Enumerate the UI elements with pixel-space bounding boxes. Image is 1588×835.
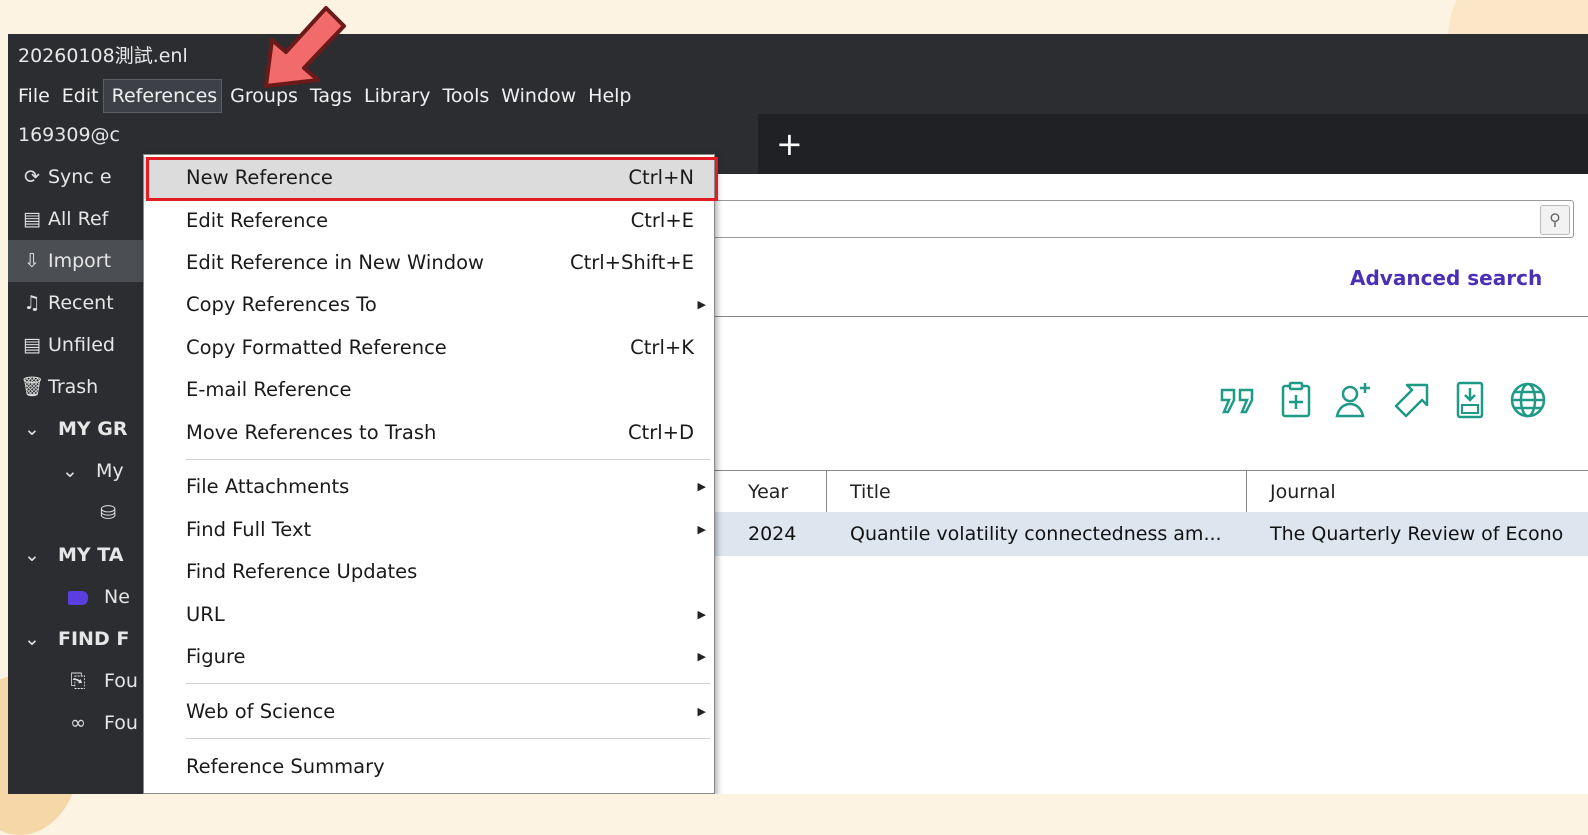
reference-toolbar: [1216, 378, 1550, 438]
account-label: 169309@c: [18, 124, 120, 146]
menu-help[interactable]: Help: [580, 79, 635, 113]
link-icon: ∞: [70, 712, 86, 734]
menu-item-shortcut: Ctrl+Shift+E: [569, 251, 694, 274]
column-separator: [1246, 471, 1247, 513]
add-tab-button[interactable]: +: [776, 122, 803, 166]
sidebar-item-label: Trash: [48, 376, 99, 398]
menu-library[interactable]: Library: [356, 79, 434, 113]
sidebar-item-label: Unfiled: [48, 334, 115, 356]
menu-separator: [186, 459, 710, 460]
sync-label: Sync e: [48, 166, 112, 188]
pdf-download-icon[interactable]: [1448, 378, 1492, 422]
menu-references[interactable]: References: [102, 79, 223, 113]
menu-item-label: Copy Formatted Reference: [186, 336, 447, 359]
menu-item-label: Web of Science: [186, 700, 336, 723]
menu-edit[interactable]: Edit: [54, 79, 103, 113]
share-user-icon[interactable]: [1332, 378, 1376, 422]
menu-item-shortcut: Ctrl+D: [627, 421, 694, 444]
chevron-down-icon: ⌄: [24, 628, 40, 650]
cell-title: Quantile volatility connectedness am...: [850, 523, 1222, 545]
section-label: MY GR: [58, 418, 128, 440]
menu-item-label: URL: [186, 603, 225, 626]
tag-icon: [66, 576, 90, 618]
sidebar-item-label: All Ref: [48, 208, 109, 230]
menu-item-move-to-trash[interactable]: Move References to Trash Ctrl+D: [144, 412, 714, 454]
menu-item-url[interactable]: URL ▶: [144, 594, 714, 636]
advanced-search-link[interactable]: Advanced search: [1350, 266, 1542, 290]
menu-item-label: Figure: [186, 645, 246, 668]
menu-separator: [186, 738, 710, 739]
menu-file[interactable]: File: [10, 79, 54, 113]
cite-quote-icon[interactable]: [1216, 378, 1260, 422]
menu-item-figure[interactable]: Figure ▶: [144, 636, 714, 678]
menu-item-label: Edit Reference: [186, 209, 329, 232]
tag-label: Ne: [104, 586, 130, 608]
new-reference-icon[interactable]: [1274, 378, 1318, 422]
menu-item-label: Reference Summary: [186, 755, 385, 778]
import-icon: ⇩: [24, 250, 40, 272]
globe-icon[interactable]: [1506, 378, 1550, 422]
menu-tools[interactable]: Tools: [434, 79, 493, 113]
menu-item-email-reference[interactable]: E-mail Reference: [144, 369, 714, 411]
section-label: FIND F: [58, 628, 130, 650]
submenu-arrow-icon: ▶: [697, 650, 706, 663]
menu-item-web-of-science[interactable]: Web of Science ▶: [144, 691, 714, 733]
group-icon: ⛁: [100, 502, 116, 524]
menu-item-shortcut: Ctrl+K: [630, 336, 694, 359]
menu-item-file-attachments[interactable]: File Attachments ▶: [144, 466, 714, 508]
submenu-arrow-icon: ▶: [697, 298, 706, 311]
sidebar-account[interactable]: 169309@c: [8, 114, 374, 156]
column-header-year[interactable]: Year: [748, 471, 788, 513]
sidebar-item-label: Recent: [48, 292, 114, 314]
menu-bar: File Edit References Groups Tags Library…: [8, 78, 1588, 114]
chevron-down-icon: ⌄: [24, 544, 40, 566]
clipboard-icon: ▤: [23, 334, 41, 356]
pdf-icon: ⎘: [70, 670, 86, 692]
menu-item-edit-reference[interactable]: Edit Reference Ctrl+E: [144, 200, 714, 242]
group-set-label: My: [96, 460, 124, 482]
menu-item-reference-summary[interactable]: Reference Summary: [144, 746, 714, 788]
menu-item-label: Find Reference Updates: [186, 560, 418, 583]
column-separator: [826, 471, 827, 513]
menu-item-label: Find Full Text: [186, 518, 312, 541]
submenu-arrow-icon: ▶: [697, 480, 706, 493]
section-label: MY TA: [58, 544, 124, 566]
submenu-arrow-icon: ▶: [697, 523, 706, 536]
submenu-arrow-icon: ▶: [697, 705, 706, 718]
sidebar-item-label: Import: [48, 250, 112, 272]
menu-item-find-reference-updates[interactable]: Find Reference Updates: [144, 551, 714, 593]
open-link-icon[interactable]: [1390, 378, 1434, 422]
column-header-journal[interactable]: Journal: [1270, 471, 1336, 513]
endnote-window: 20260108測試.enl File Edit References Grou…: [8, 34, 1588, 794]
chevron-down-icon: ⌄: [24, 418, 40, 440]
menu-item-label: File Attachments: [186, 475, 350, 498]
search-icon[interactable]: ⚲: [1540, 205, 1570, 235]
menu-item-label: Move References to Trash: [186, 421, 437, 444]
sidebar-item-label: Fou: [104, 712, 138, 734]
menu-item-copy-formatted-reference[interactable]: Copy Formatted Reference Ctrl+K: [144, 327, 714, 369]
menu-item-label: Edit Reference in New Window: [186, 251, 484, 274]
cell-year: 2024: [748, 523, 797, 545]
menu-item-edit-reference-new-window[interactable]: Edit Reference in New Window Ctrl+Shift+…: [144, 242, 714, 284]
window-title: 20260108測試.enl: [8, 34, 1588, 78]
menu-item-copy-references-to[interactable]: Copy References To ▶: [144, 284, 714, 326]
chevron-down-icon: ⌄: [62, 460, 78, 482]
bell-icon: ♫: [23, 292, 41, 314]
references-menu-dropdown: New Reference Ctrl+N Edit Reference Ctrl…: [143, 154, 718, 794]
sidebar-item-label: Fou: [104, 670, 138, 692]
highlight-box: [146, 157, 718, 201]
menu-item-shortcut: Ctrl+E: [630, 209, 694, 232]
menu-item-label: E-mail Reference: [186, 378, 352, 401]
sync-icon: ⟳: [24, 166, 40, 188]
menu-item-label: Copy References To: [186, 293, 377, 316]
menu-item-find-full-text[interactable]: Find Full Text ▶: [144, 509, 714, 551]
submenu-arrow-icon: ▶: [697, 608, 706, 621]
clipboard-icon: ▤: [23, 208, 41, 230]
trash-icon: 🗑: [20, 376, 45, 398]
menu-window[interactable]: Window: [493, 79, 580, 113]
column-header-title[interactable]: Title: [850, 471, 891, 513]
callout-arrow-icon: [264, 6, 346, 88]
menu-separator: [186, 683, 710, 684]
cell-journal: The Quarterly Review of Econo: [1270, 523, 1564, 545]
